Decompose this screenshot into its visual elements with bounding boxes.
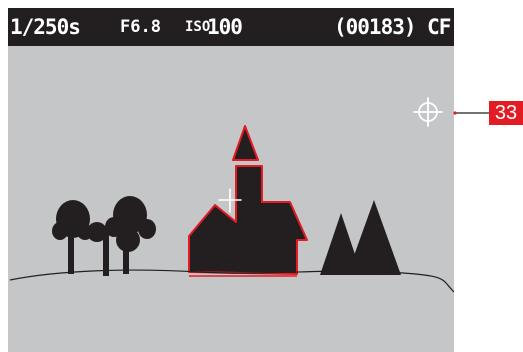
callout-badge: 33 xyxy=(489,101,523,125)
focus-target-icon[interactable] xyxy=(413,97,443,127)
tree-crown xyxy=(87,222,107,242)
deciduous-trees xyxy=(52,196,156,276)
tree-crown xyxy=(138,219,156,239)
church-spire xyxy=(232,125,259,161)
tree-crown xyxy=(52,222,68,240)
church-building xyxy=(188,165,308,275)
fir-trees xyxy=(320,200,401,275)
tree-crown xyxy=(116,228,140,252)
church-subject xyxy=(188,125,308,275)
fir-tree xyxy=(347,200,401,275)
callout-anchor-dot xyxy=(453,111,457,115)
scene-illustration xyxy=(9,97,489,293)
